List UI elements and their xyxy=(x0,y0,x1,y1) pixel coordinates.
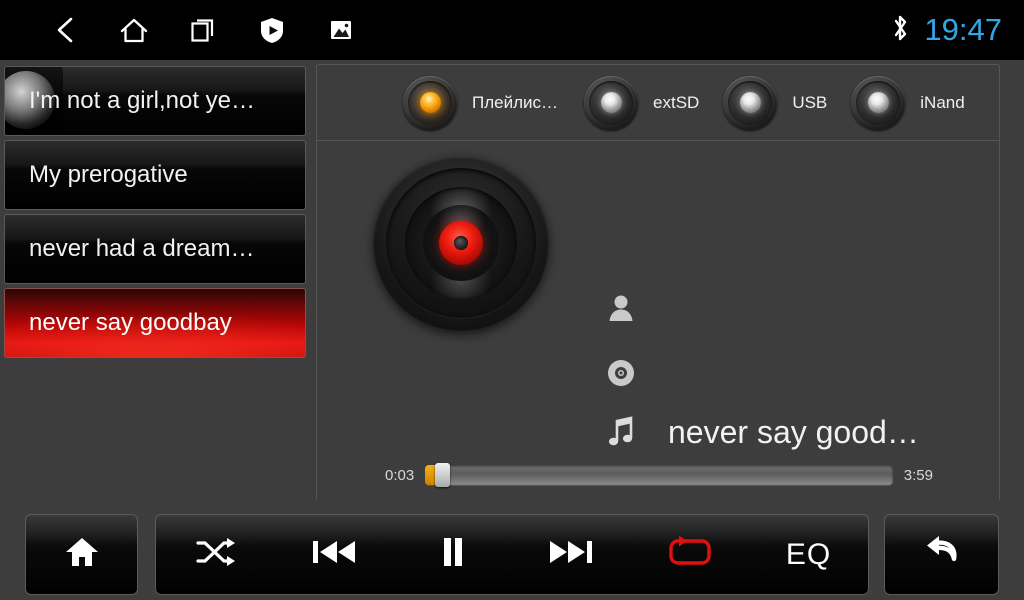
play-pause-button[interactable] xyxy=(400,515,505,594)
source-selector-bar: Плейлис… extSD USB iNand xyxy=(317,65,999,141)
source-tab-inand[interactable]: iNand xyxy=(845,65,965,141)
home-icon[interactable] xyxy=(99,0,168,60)
list-item-title: never say goodbay xyxy=(29,309,232,336)
list-item[interactable]: My prerogative xyxy=(4,140,306,210)
repeat-icon xyxy=(666,534,714,575)
list-item-title: never had a dream… xyxy=(29,235,255,262)
previous-track-button[interactable] xyxy=(281,515,386,594)
source-knob-icon xyxy=(403,75,457,130)
track-title-value: never say good… xyxy=(668,413,919,450)
music-note-icon xyxy=(602,413,640,451)
bluetooth-icon xyxy=(890,12,910,49)
next-track-icon xyxy=(546,536,596,573)
led-indicator-off xyxy=(600,92,622,113)
track-title-row: never say good… xyxy=(602,413,919,451)
source-knob-icon xyxy=(723,75,778,130)
source-tab-extsd[interactable]: extSD xyxy=(578,65,699,141)
source-tab-usb[interactable]: USB xyxy=(717,65,827,141)
source-tab-label: USB xyxy=(792,92,828,112)
recent-apps-icon[interactable] xyxy=(168,0,237,60)
shield-play-icon[interactable] xyxy=(237,0,306,60)
progress-bar[interactable]: 0:03 3:59 xyxy=(385,463,933,487)
track-album-row xyxy=(602,354,668,392)
pause-icon xyxy=(439,535,467,574)
transport-controls-group: EQ xyxy=(155,514,869,595)
led-indicator-off xyxy=(867,92,889,113)
eq-button[interactable]: EQ xyxy=(756,515,861,594)
list-item-title: I'm not a girl,not ye… xyxy=(29,87,256,114)
home-button[interactable] xyxy=(25,514,138,595)
list-item-selected[interactable]: never say goodbay xyxy=(4,288,306,358)
source-tab-label: extSD xyxy=(653,92,700,112)
person-icon xyxy=(602,289,640,327)
source-tab-label: Плейлис… xyxy=(472,92,559,112)
playlist-panel[interactable]: I'm not a girl,not ye… My prerogative ne… xyxy=(4,66,306,362)
source-knob-icon xyxy=(851,75,906,130)
shuffle-button[interactable] xyxy=(163,515,268,594)
source-tab-playlist[interactable]: Плейлис… xyxy=(397,65,558,141)
repeat-button[interactable] xyxy=(637,515,742,594)
progress-track[interactable] xyxy=(425,463,893,487)
back-icon[interactable] xyxy=(30,0,99,60)
home-solid-icon xyxy=(64,535,100,574)
status-bar-clock: 19:47 xyxy=(924,12,1002,47)
equalizer-label: EQ xyxy=(785,537,832,571)
elapsed-time: 0:03 xyxy=(385,466,415,484)
list-item-title: My prerogative xyxy=(29,161,188,188)
led-indicator-off xyxy=(739,92,761,113)
back-button[interactable] xyxy=(884,514,999,595)
player-main-panel: Плейлис… extSD USB iNand never say good…… xyxy=(316,64,1000,504)
vinyl-disc-icon xyxy=(373,155,549,331)
return-arrow-icon xyxy=(922,533,962,576)
source-tab-label: iNand xyxy=(920,92,965,112)
list-item[interactable]: never had a dream… xyxy=(4,214,306,284)
status-bar: 19:47 xyxy=(0,0,1024,60)
status-bar-right: 19:47 xyxy=(890,0,1002,60)
source-knob-icon xyxy=(584,75,639,130)
led-indicator-on xyxy=(419,92,441,113)
disc-icon xyxy=(602,354,640,392)
list-item[interactable]: I'm not a girl,not ye… xyxy=(4,66,306,136)
next-track-button[interactable] xyxy=(519,515,624,594)
previous-track-icon xyxy=(309,536,359,573)
status-bar-nav-icons xyxy=(30,0,375,60)
duration-time: 3:59 xyxy=(903,466,933,484)
gallery-icon[interactable] xyxy=(306,0,375,60)
track-artist-row xyxy=(602,289,668,327)
bottom-control-bar: EQ xyxy=(0,500,1024,600)
progress-thumb[interactable] xyxy=(435,463,451,487)
shuffle-icon xyxy=(194,535,236,574)
now-playing-area: never say good… 0:03 3:59 xyxy=(317,141,999,503)
